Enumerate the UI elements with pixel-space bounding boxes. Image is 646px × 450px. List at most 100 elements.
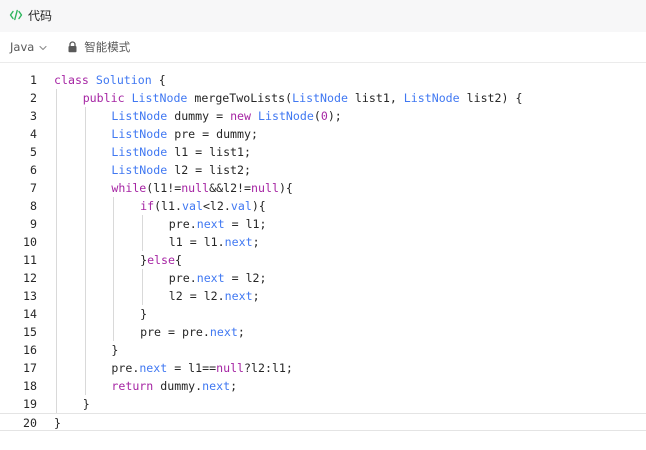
code-token: ListNode: [403, 91, 460, 105]
indent-guide: [56, 359, 57, 377]
indent-guide: [56, 341, 57, 359]
indent-guide: [113, 233, 115, 251]
code-line: 6 ListNode l2 = list2;: [0, 161, 646, 179]
indent-guide: [84, 323, 86, 341]
code-line: 3 ListNode dummy = new ListNode(0);: [0, 107, 646, 125]
code-token: ListNode: [131, 91, 188, 105]
indent-guide: [84, 215, 86, 233]
indent-guide: [56, 305, 57, 323]
line-number: 2: [30, 91, 37, 105]
code-token: Solution: [95, 73, 152, 87]
indent-guide: [56, 197, 57, 215]
indent-guide: [113, 251, 115, 269]
line-code: pre = pre.next;: [140, 323, 245, 341]
code-icon: [9, 7, 23, 26]
smart-mode-toggle[interactable]: 智能模式: [67, 38, 130, 57]
code-token: ){: [278, 181, 293, 195]
panel-header: 代码: [0, 0, 646, 32]
code-editor[interactable]: 1 class Solution {2 public ListNode mergeT…: [0, 71, 646, 431]
code-token: pre.: [111, 361, 140, 375]
indent-guide: [84, 161, 86, 179]
indent-guide: [142, 287, 144, 305]
code-token: list1,: [347, 91, 404, 105]
code-line: 18 return dummy.next;: [0, 377, 646, 395]
line-code: ListNode l2 = list2;: [111, 161, 251, 179]
code-token: dummy.: [153, 379, 203, 393]
code-token: next: [196, 217, 225, 231]
code-token: ;: [252, 235, 260, 249]
code-token: mergeTwoLists(: [187, 91, 293, 105]
code-token: public: [82, 91, 125, 105]
indent-guide: [84, 125, 86, 143]
lock-icon: [67, 38, 78, 57]
indent-guide: [142, 269, 144, 287]
editor-toolbar: Java 智能模式: [0, 32, 646, 63]
indent-guide: [84, 197, 86, 215]
line-code: class Solution {: [54, 71, 166, 89]
code-token: class: [54, 73, 89, 87]
indent-guide: [56, 233, 57, 251]
code-token: {: [175, 253, 182, 267]
indent-guide: [84, 341, 86, 359]
code-token: new: [230, 109, 252, 123]
code-token: ){: [251, 199, 266, 213]
line-code: return dummy.next;: [111, 377, 237, 395]
line-number: 12: [23, 271, 37, 285]
code-token: );: [327, 109, 342, 123]
code-token: next: [139, 361, 168, 375]
indent-guide: [84, 377, 86, 395]
line-number: 11: [23, 253, 37, 267]
line-code: pre.next = l2;: [169, 269, 267, 287]
indent-guide: [56, 287, 57, 305]
indent-guide: [56, 161, 57, 179]
code-token: pre = pre.: [140, 325, 210, 339]
indent-guide: [56, 215, 57, 233]
indent-guide: [56, 107, 57, 125]
indent-guide: [56, 377, 57, 395]
indent-guide: [56, 323, 57, 341]
language-label: Java: [10, 40, 35, 54]
line-number: 1: [30, 73, 37, 87]
line-code: }: [83, 395, 90, 413]
code-line: 16}: [0, 341, 646, 359]
line-number: 14: [23, 307, 37, 321]
code-token: list2) {: [459, 91, 523, 105]
indent-guide: [113, 215, 115, 233]
indent-guide: [56, 251, 57, 269]
line-code: public ListNode mergeTwoLists(ListNode l…: [83, 89, 523, 107]
indent-guide: [84, 305, 86, 323]
line-number: 3: [30, 109, 37, 123]
line-number: 8: [30, 199, 37, 213]
code-token: ListNode: [111, 163, 168, 177]
code-token: ListNode: [111, 145, 168, 159]
code-line: 17 pre.next = l1==null?l2:l1;: [0, 359, 646, 377]
code-token: next: [209, 325, 238, 339]
code-token: = l1==: [167, 361, 217, 375]
code-token: {: [151, 73, 166, 87]
code-token: pre.: [168, 217, 197, 231]
code-line: 4 ListNode pre = dummy;: [0, 125, 646, 143]
indent-guide: [84, 251, 86, 269]
indent-guide: [113, 269, 115, 287]
language-select[interactable]: Java: [10, 38, 48, 57]
code-line: 5 ListNode l1 = list1;: [0, 143, 646, 161]
code-token: null: [181, 181, 210, 195]
panel-title: 代码: [28, 9, 53, 23]
indent-guide: [56, 125, 57, 143]
code-line: 9 pre.next = l1;: [0, 215, 646, 233]
line-number: 17: [23, 361, 37, 375]
code-line: 11}else{: [0, 251, 646, 269]
code-token: ListNode: [111, 127, 168, 141]
indent-guide: [84, 359, 86, 377]
code-token: while: [111, 181, 147, 195]
code-line: 14}: [0, 305, 646, 323]
indent-guide: [84, 233, 86, 251]
code-token: next: [224, 289, 253, 303]
code-line: 10 l1 = l1.next;: [0, 233, 646, 251]
code-token: ;: [252, 289, 260, 303]
line-code: }: [111, 341, 118, 359]
code-line: 20}: [0, 413, 646, 431]
